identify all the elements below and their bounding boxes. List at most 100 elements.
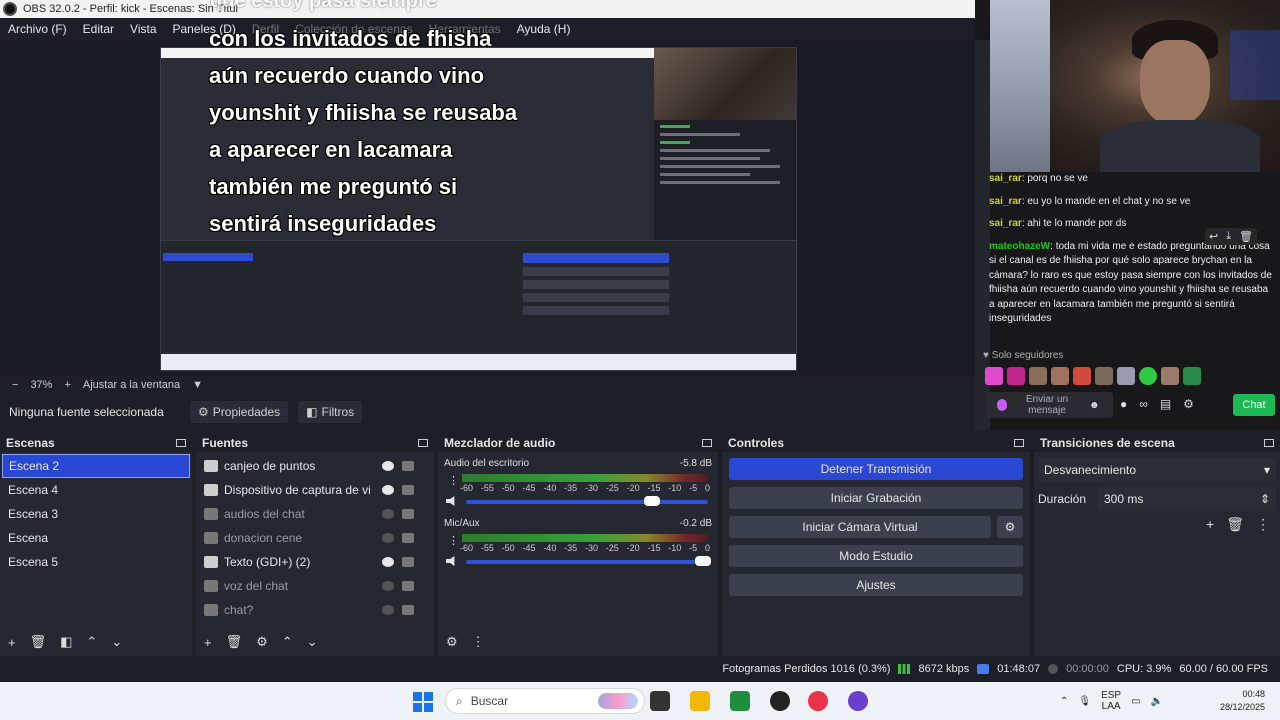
chevron-up-icon[interactable]: ⌃: [86, 634, 97, 650]
lock-icon[interactable]: [402, 533, 414, 543]
chat-input[interactable]: Enviar un mensaje ☻: [985, 392, 1113, 418]
start-recording-button[interactable]: Iniciar Grabación: [729, 487, 1023, 509]
trash-icon[interactable]: 🗑: [226, 634, 243, 650]
advanced-audio-icon[interactable]: ⚙: [446, 634, 458, 650]
source-item[interactable]: Texto (GDI+) (2): [196, 550, 434, 574]
emote-icon[interactable]: [1161, 367, 1179, 385]
scene-item[interactable]: Escena: [2, 526, 190, 550]
filters-button[interactable]: ◧ Filtros: [298, 401, 363, 423]
menu-vista[interactable]: Vista: [122, 22, 164, 36]
spinner-icon[interactable]: ⇕: [1260, 492, 1270, 506]
emote-icon[interactable]: [1117, 367, 1135, 385]
transition-select[interactable]: Desvanecimiento ▾: [1038, 458, 1276, 482]
eye-hidden-icon[interactable]: [382, 605, 394, 615]
obs-icon[interactable]: [770, 691, 790, 711]
menu-archivo[interactable]: Archivo (F): [0, 22, 75, 36]
scene-item[interactable]: Escena 4: [2, 478, 190, 502]
lock-icon[interactable]: [402, 461, 414, 471]
chat-username[interactable]: sai_rar: [989, 218, 1022, 229]
emote-icon[interactable]: [1073, 367, 1091, 385]
chevron-up-icon[interactable]: ⌃: [1060, 696, 1068, 707]
popout-icon[interactable]: [176, 439, 186, 447]
language-indicator[interactable]: ESP LAA: [1101, 690, 1121, 712]
volume-handle[interactable]: [695, 556, 712, 566]
chat-username[interactable]: sai_rar: [989, 173, 1022, 184]
chevron-up-icon[interactable]: ⌃: [282, 634, 293, 650]
add-icon[interactable]: +: [204, 635, 212, 650]
zoom-dropdown-icon[interactable]: ▼: [192, 379, 203, 391]
excel-icon[interactable]: [730, 691, 750, 711]
volume-icon[interactable]: 🔈: [1151, 696, 1163, 707]
network-icon[interactable]: ▭: [1131, 696, 1140, 707]
properties-button[interactable]: ⚙ Propiedades: [190, 401, 289, 423]
windows-start-icon[interactable]: [413, 692, 433, 712]
eye-hidden-icon[interactable]: [382, 509, 394, 519]
stop-stream-button[interactable]: Detener Transmisión: [729, 458, 1023, 480]
filter-icon[interactable]: ◧: [60, 634, 72, 650]
popout-icon[interactable]: [1264, 439, 1274, 447]
more-icon[interactable]: ⋮: [472, 634, 485, 650]
reply-icon[interactable]: ↩: [1209, 230, 1218, 243]
chevron-down-icon[interactable]: ⌄: [111, 634, 122, 650]
popout-icon[interactable]: [1014, 439, 1024, 447]
add-icon[interactable]: +: [1206, 516, 1214, 533]
popout-icon[interactable]: [702, 439, 712, 447]
zoom-in-button[interactable]: +: [64, 379, 70, 391]
lock-icon[interactable]: [402, 581, 414, 591]
lock-icon[interactable]: [402, 485, 414, 495]
zoom-out-button[interactable]: −: [12, 379, 18, 391]
chat-send-button[interactable]: Chat: [1233, 394, 1275, 416]
eye-icon[interactable]: [382, 461, 394, 471]
volume-slider[interactable]: [466, 556, 712, 566]
source-item[interactable]: chat?: [196, 598, 434, 622]
fit-window-button[interactable]: Ajustar a la ventana: [83, 379, 180, 391]
taskbar-search[interactable]: ⌕ Buscar: [445, 688, 645, 714]
lock-icon[interactable]: [402, 557, 414, 567]
file-explorer-icon[interactable]: [690, 691, 710, 711]
opera-icon[interactable]: [808, 691, 828, 711]
eye-hidden-icon[interactable]: [382, 581, 394, 591]
delete-icon[interactable]: 🗑: [1239, 230, 1253, 243]
add-icon[interactable]: +: [8, 635, 16, 650]
app-icon[interactable]: [848, 691, 868, 711]
menu-editar[interactable]: Editar: [75, 22, 122, 36]
speaker-icon[interactable]: [446, 496, 455, 506]
trash-icon[interactable]: 🗑: [30, 634, 47, 650]
settings-button[interactable]: Ajustes: [729, 574, 1023, 596]
source-item[interactable]: donacion cene: [196, 526, 434, 550]
eye-hidden-icon[interactable]: [382, 533, 394, 543]
emote-icon[interactable]: [1029, 367, 1047, 385]
source-item[interactable]: Dispositivo de captura de vi: [196, 478, 434, 502]
chevron-down-icon[interactable]: ⌄: [307, 634, 318, 650]
lock-icon[interactable]: [402, 605, 414, 615]
eye-icon[interactable]: [382, 485, 394, 495]
emoji-icon[interactable]: ☻: [1089, 400, 1100, 411]
scene-item[interactable]: Escena 5: [2, 550, 190, 574]
source-item[interactable]: canjeo de puntos: [196, 454, 434, 478]
scene-item[interactable]: Escena 3: [2, 502, 190, 526]
source-item[interactable]: audios del chat: [196, 502, 434, 526]
popout-icon[interactable]: [418, 439, 428, 447]
emote-icon[interactable]: [1051, 367, 1069, 385]
settings-icon[interactable]: ⚙: [1183, 397, 1194, 411]
infinity-icon[interactable]: ∞: [1139, 397, 1148, 411]
emote-icon[interactable]: [1007, 367, 1025, 385]
scene-item[interactable]: Escena 2: [2, 454, 190, 478]
trash-icon[interactable]: 🗑: [1226, 516, 1244, 533]
pin-icon[interactable]: ⤓: [1226, 230, 1231, 243]
gear-icon[interactable]: ⚙: [256, 634, 268, 650]
emote-icon[interactable]: [1139, 367, 1157, 385]
taskbar-clock[interactable]: 00:48 28/12/2025: [1205, 688, 1265, 714]
duration-input[interactable]: 300 ms ⇕: [1098, 487, 1276, 511]
emote-icon[interactable]: [1095, 367, 1113, 385]
more-icon[interactable]: ⋮: [448, 534, 459, 547]
volume-slider[interactable]: [466, 496, 708, 506]
emote-icon[interactable]: [985, 367, 1003, 385]
speaker-icon[interactable]: [446, 556, 455, 566]
more-icon[interactable]: ⋮: [1256, 516, 1270, 533]
studio-mode-button[interactable]: Modo Estudio: [729, 545, 1023, 567]
more-icon[interactable]: ⋮: [448, 474, 459, 487]
volume-handle[interactable]: [644, 496, 661, 506]
eye-icon[interactable]: [382, 557, 394, 567]
chat-username[interactable]: mateohazeW: [989, 241, 1050, 252]
